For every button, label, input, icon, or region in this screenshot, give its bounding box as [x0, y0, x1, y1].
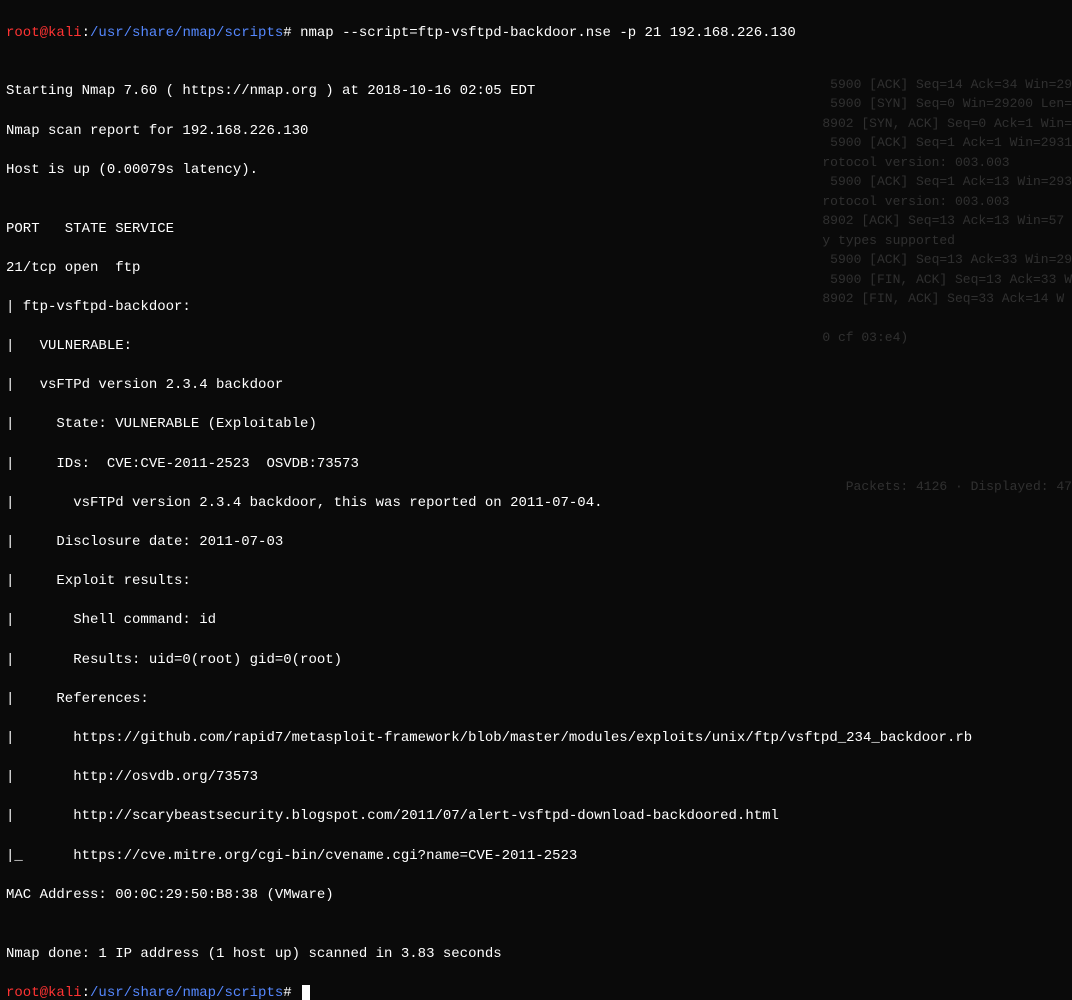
prompt-host: kali: [48, 984, 82, 1000]
prompt-colon: :: [82, 984, 90, 1000]
output-line: | Exploit results:: [6, 572, 1066, 592]
output-line: PORT STATE SERVICE: [6, 220, 1066, 240]
prompt-user: root: [6, 984, 40, 1000]
output-line: | IDs: CVE:CVE-2011-2523 OSVDB:73573: [6, 455, 1066, 475]
output-line: | http://osvdb.org/73573: [6, 768, 1066, 788]
output-line: | vsFTPd version 2.3.4 backdoor: [6, 376, 1066, 396]
prompt-hash: #: [283, 25, 291, 41]
prompt-path: /usr/share/nmap/scripts: [90, 984, 283, 1000]
prompt-at: @: [40, 25, 48, 41]
output-line: Starting Nmap 7.60 ( https://nmap.org ) …: [6, 82, 1066, 102]
output-line: | vsFTPd version 2.3.4 backdoor, this wa…: [6, 494, 1066, 514]
output-line: |_ https://cve.mitre.org/cgi-bin/cvename…: [6, 847, 1066, 867]
prompt-line-2[interactable]: root@kali:/usr/share/nmap/scripts#: [6, 984, 1066, 1000]
spacer: [292, 984, 300, 1000]
output-line: | https://github.com/rapid7/metasploit-f…: [6, 729, 1066, 749]
output-line: | Shell command: id: [6, 611, 1066, 631]
prompt-at: @: [40, 984, 48, 1000]
command-text: [292, 25, 300, 41]
prompt-hash: #: [283, 984, 291, 1000]
output-line: Nmap scan report for 192.168.226.130: [6, 122, 1066, 142]
terminal-window[interactable]: root@kali:/usr/share/nmap/scripts# nmap …: [0, 0, 1072, 1000]
output-line: | http://scarybeastsecurity.blogspot.com…: [6, 807, 1066, 827]
output-line: | State: VULNERABLE (Exploitable): [6, 415, 1066, 435]
prompt-colon: :: [82, 25, 90, 41]
output-line: Nmap done: 1 IP address (1 host up) scan…: [6, 945, 1066, 965]
prompt-line-1: root@kali:/usr/share/nmap/scripts# nmap …: [6, 24, 1066, 44]
output-line: | ftp-vsftpd-backdoor:: [6, 298, 1066, 318]
output-line: | Disclosure date: 2011-07-03: [6, 533, 1066, 553]
output-line: Host is up (0.00079s latency).: [6, 161, 1066, 181]
command-text: nmap --script=ftp-vsftpd-backdoor.nse -p…: [300, 25, 796, 41]
output-line: | VULNERABLE:: [6, 337, 1066, 357]
prompt-user: root: [6, 25, 40, 41]
prompt-host: kali: [48, 25, 82, 41]
prompt-path: /usr/share/nmap/scripts: [90, 25, 283, 41]
output-line: MAC Address: 00:0C:29:50:B8:38 (VMware): [6, 886, 1066, 906]
output-line: 21/tcp open ftp: [6, 259, 1066, 279]
output-line: | References:: [6, 690, 1066, 710]
cursor-icon: [302, 985, 310, 1000]
output-line: | Results: uid=0(root) gid=0(root): [6, 651, 1066, 671]
